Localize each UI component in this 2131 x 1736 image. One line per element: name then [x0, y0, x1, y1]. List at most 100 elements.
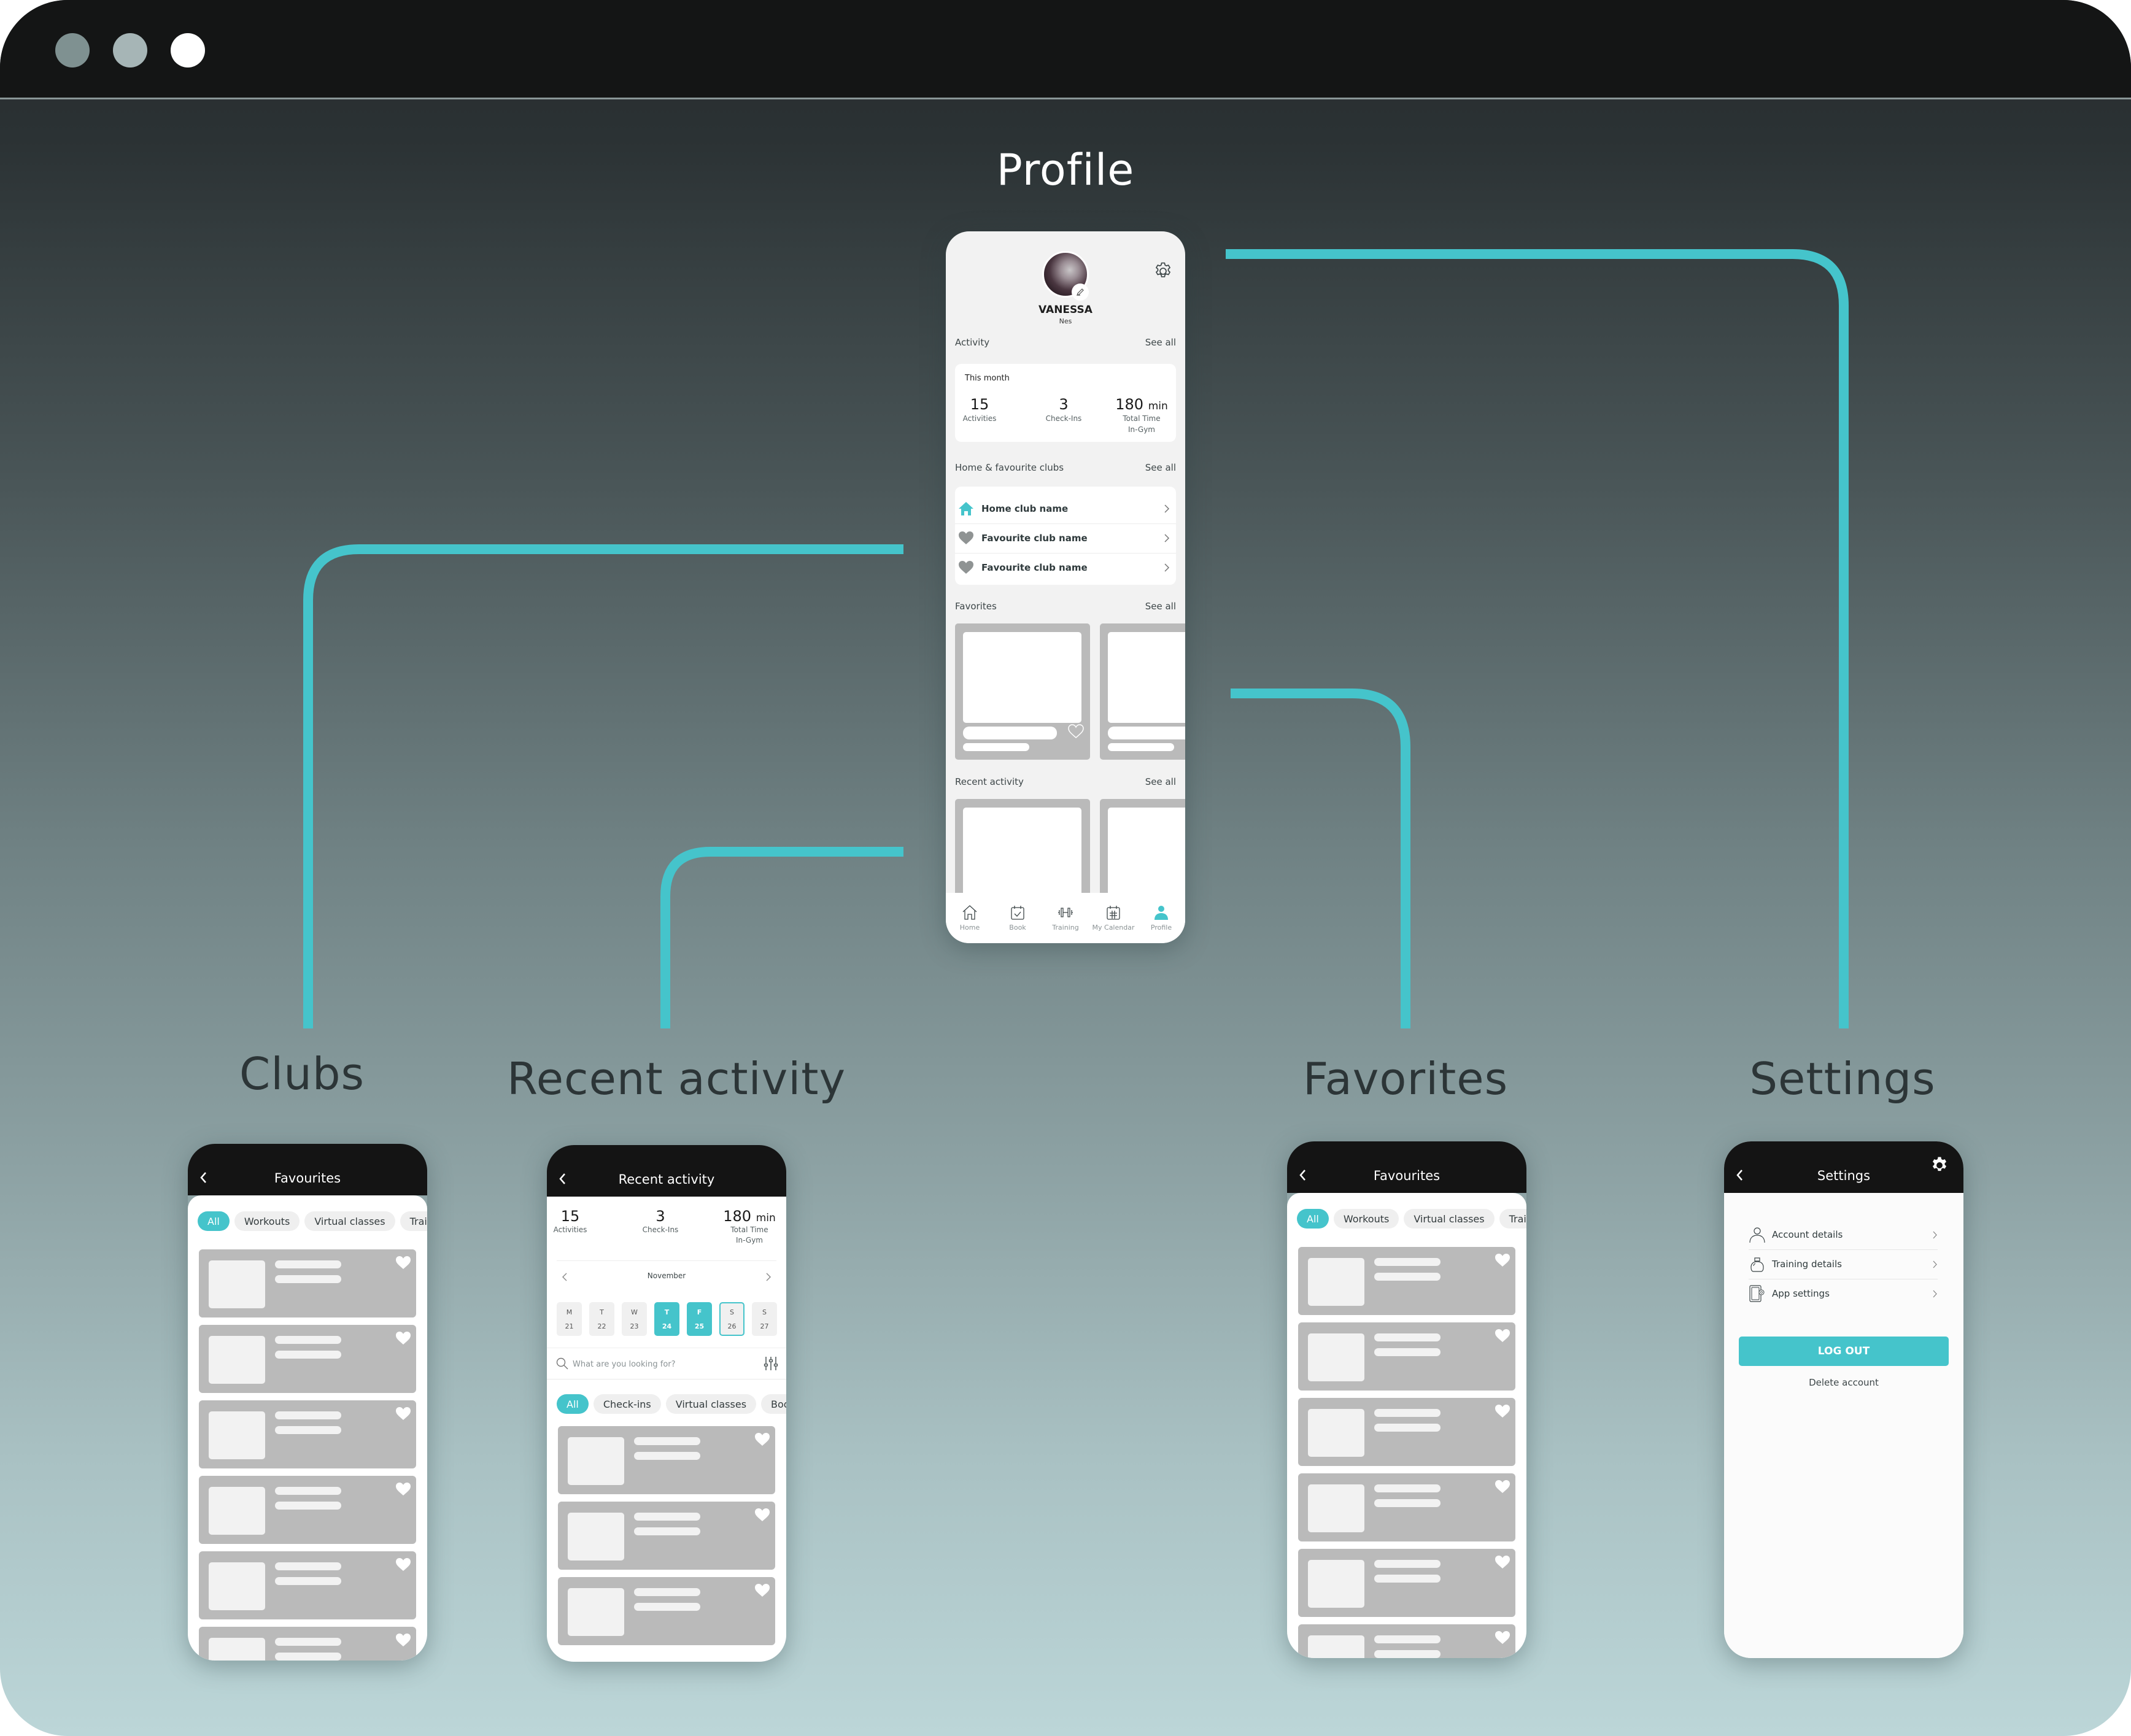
- list-item[interactable]: [199, 1476, 416, 1544]
- heart-icon[interactable]: [1495, 1630, 1510, 1645]
- connector-clubs: [303, 544, 903, 1028]
- subtitle-placeholder: [1374, 1348, 1441, 1356]
- day-22[interactable]: T 22: [589, 1302, 614, 1336]
- favorites-see-all-link[interactable]: See all: [1145, 601, 1176, 612]
- heading-recent-activity: Recent activity: [506, 1053, 846, 1105]
- chevron-right-icon: [1164, 534, 1170, 542]
- edit-avatar-button[interactable]: [1072, 284, 1089, 301]
- heart-icon[interactable]: [1495, 1479, 1510, 1494]
- club-row-home[interactable]: Home club name: [955, 494, 1176, 523]
- heart-icon[interactable]: [754, 1508, 770, 1522]
- list-item[interactable]: [199, 1627, 416, 1661]
- heading-favorites: Favorites: [1302, 1053, 1509, 1105]
- list-item[interactable]: [199, 1551, 416, 1619]
- search-input[interactable]: [573, 1354, 732, 1374]
- person-outline-icon: [1749, 1227, 1765, 1243]
- day-21[interactable]: M 21: [557, 1302, 582, 1336]
- subtitle-placeholder: [1374, 1650, 1441, 1658]
- heart-icon[interactable]: [754, 1583, 770, 1598]
- back-chevron-icon[interactable]: [1298, 1168, 1308, 1182]
- chip-workouts[interactable]: Workouts: [234, 1211, 300, 1231]
- month-next-chevron-icon[interactable]: [765, 1273, 772, 1281]
- list-item[interactable]: [1298, 1473, 1515, 1541]
- chip-all[interactable]: All: [1297, 1209, 1329, 1229]
- settings-row-app-settings[interactable]: App settings: [1749, 1279, 1938, 1308]
- settings-row-training-details[interactable]: Training details: [1749, 1249, 1938, 1279]
- profile-name: VANESSA: [1038, 304, 1093, 316]
- chip-all[interactable]: All: [557, 1394, 589, 1414]
- day-26[interactable]: S 26: [719, 1302, 744, 1336]
- chip-virtual-classes[interactable]: Virtual classes: [665, 1394, 757, 1414]
- heart-outline-icon[interactable]: [1068, 724, 1084, 739]
- chip-training[interactable]: Trai: [1499, 1209, 1526, 1229]
- bottom-tab-bar: Home Book Training My Calendar Profile: [946, 893, 1185, 943]
- list-item[interactable]: [199, 1400, 416, 1468]
- tab-book[interactable]: Book: [994, 893, 1042, 943]
- chip-bookings[interactable]: Boo: [761, 1394, 786, 1414]
- chip-virtual-classes[interactable]: Virtual classes: [1404, 1209, 1495, 1229]
- heart-icon[interactable]: [1495, 1329, 1510, 1343]
- heart-icon[interactable]: [395, 1633, 411, 1648]
- list-item[interactable]: [558, 1577, 775, 1645]
- heart-icon[interactable]: [1495, 1555, 1510, 1570]
- title-placeholder: [1374, 1409, 1441, 1417]
- settings-gear-icon[interactable]: [1153, 261, 1174, 282]
- list-item[interactable]: [1298, 1247, 1515, 1315]
- heart-icon[interactable]: [395, 1557, 411, 1572]
- day-25[interactable]: F 25: [687, 1302, 712, 1336]
- heart-icon[interactable]: [395, 1331, 411, 1346]
- title-placeholder: [634, 1437, 700, 1445]
- chip-virtual-classes[interactable]: Virtual classes: [304, 1211, 395, 1231]
- heart-icon[interactable]: [1495, 1404, 1510, 1419]
- clubs-see-all-link[interactable]: See all: [1145, 462, 1176, 473]
- window-control-dot[interactable]: [171, 33, 205, 68]
- window-control-dot[interactable]: [55, 33, 90, 68]
- list-item[interactable]: [558, 1502, 775, 1570]
- day-24[interactable]: T 24: [654, 1302, 679, 1336]
- activity-see-all-link[interactable]: See all: [1145, 337, 1176, 348]
- day-27[interactable]: S 27: [752, 1302, 777, 1336]
- favorite-tile[interactable]: [955, 623, 1090, 760]
- chip-training[interactable]: Trai: [400, 1211, 427, 1231]
- filter-sliders-icon[interactable]: [763, 1356, 779, 1371]
- screen-title: Settings: [1817, 1168, 1871, 1183]
- tab-home[interactable]: Home: [946, 893, 994, 943]
- heart-icon[interactable]: [395, 1482, 411, 1497]
- settings-row-account-details[interactable]: Account details: [1749, 1220, 1938, 1249]
- list-item[interactable]: [558, 1426, 775, 1494]
- heart-icon[interactable]: [754, 1432, 770, 1447]
- chip-all[interactable]: All: [198, 1211, 230, 1231]
- heart-icon[interactable]: [395, 1406, 411, 1421]
- favorite-tile[interactable]: [1100, 623, 1185, 760]
- browser-window: Profile Clubs Recent activity Favorites …: [0, 0, 2131, 1736]
- log-out-button[interactable]: LOG OUT: [1739, 1337, 1949, 1366]
- list-item[interactable]: [1298, 1322, 1515, 1391]
- heart-icon[interactable]: [1495, 1253, 1510, 1268]
- chip-check-ins[interactable]: Check-ins: [593, 1394, 661, 1414]
- list-item[interactable]: [1298, 1398, 1515, 1466]
- settings-screen: Settings Account details Training detail…: [1724, 1141, 1963, 1658]
- club-row-favourite[interactable]: Favourite club name: [955, 523, 1176, 553]
- window-control-dot[interactable]: [113, 33, 147, 68]
- back-chevron-icon[interactable]: [1735, 1168, 1745, 1182]
- tab-my-calendar[interactable]: My Calendar: [1089, 893, 1137, 943]
- calendar-grid-icon: [1107, 906, 1120, 920]
- recent-see-all-link[interactable]: See all: [1145, 776, 1176, 787]
- back-chevron-icon[interactable]: [199, 1171, 209, 1184]
- filter-chips: All Workouts Virtual classes Trai: [198, 1211, 427, 1231]
- profile-screen: VANESSA Nes Activity See all This month …: [946, 231, 1185, 943]
- recent-section-label: Recent activity: [955, 776, 1024, 787]
- delete-account-link[interactable]: Delete account: [1724, 1377, 1963, 1388]
- tab-profile[interactable]: Profile: [1137, 893, 1185, 943]
- list-item[interactable]: [199, 1249, 416, 1317]
- list-item[interactable]: [1298, 1624, 1515, 1658]
- club-row-favourite[interactable]: Favourite club name: [955, 553, 1176, 582]
- list-item[interactable]: [199, 1325, 416, 1393]
- day-23[interactable]: W 23: [622, 1302, 647, 1336]
- heart-icon[interactable]: [395, 1256, 411, 1270]
- back-chevron-icon[interactable]: [558, 1172, 568, 1186]
- thumbnail-placeholder: [209, 1487, 265, 1535]
- tab-training[interactable]: Training: [1042, 893, 1089, 943]
- list-item[interactable]: [1298, 1549, 1515, 1617]
- chip-workouts[interactable]: Workouts: [1333, 1209, 1399, 1229]
